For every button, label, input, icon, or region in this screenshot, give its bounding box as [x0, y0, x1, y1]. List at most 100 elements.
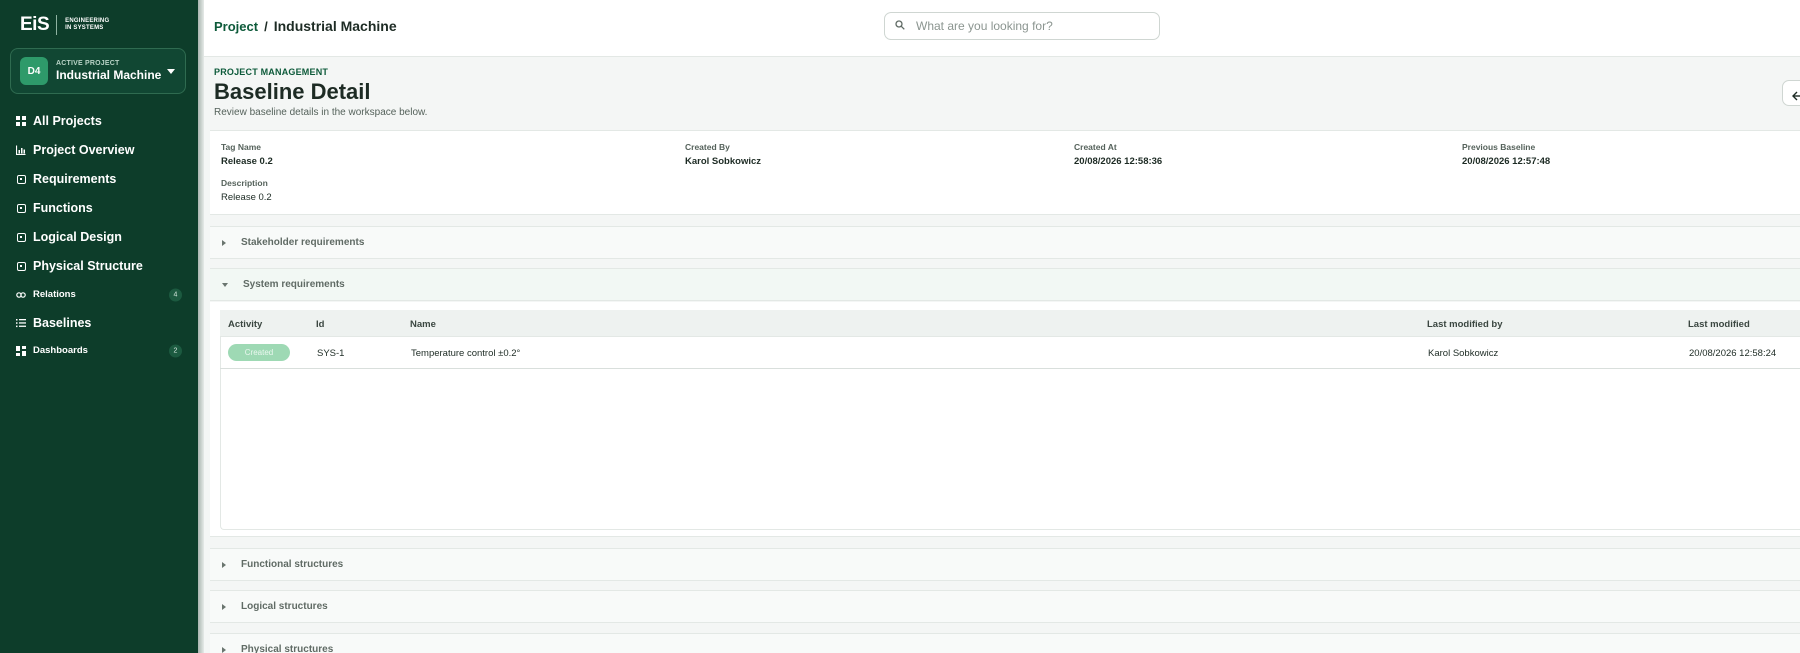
created-at-value: 20/08/2026 12:58:36	[1074, 156, 1163, 167]
grid-icon	[16, 116, 26, 126]
sidebar-edge	[198, 0, 204, 653]
column-header-last-modified[interactable]: Last modified	[1688, 319, 1750, 330]
section-functional-structures[interactable]: Functional structures	[210, 548, 1800, 581]
square-dot-icon	[16, 232, 26, 242]
active-project-name: Industrial Machine	[56, 68, 162, 82]
cell-id: SYS-1	[317, 348, 345, 359]
section-label: Stakeholder requirements	[241, 237, 365, 248]
created-by-label: Created By	[685, 142, 730, 152]
table-row[interactable]: Created SYS-1 Temperature control ±0.2° …	[220, 337, 1800, 369]
sidebar-item-dashboards[interactable]: Dashboards 2	[16, 344, 182, 357]
caret-right-icon	[222, 603, 226, 610]
cell-last-modified-by: Karol Sobkowicz	[1428, 348, 1499, 359]
square-dot-icon	[16, 174, 26, 184]
section-label: Physical structures	[241, 644, 334, 653]
breadcrumb: Project / Industrial Machine	[214, 18, 397, 34]
brand-mark: EiS	[20, 14, 50, 35]
brand-tagline-line2: IN SYSTEMS	[65, 25, 104, 31]
previous-baseline-value: 20/08/2026 12:57:48	[1462, 156, 1551, 167]
link-icon	[16, 290, 26, 300]
sidebar-item-label: Functions	[33, 201, 93, 215]
tag-name-value: Release 0.2	[221, 156, 273, 167]
section-label: Functional structures	[241, 559, 344, 570]
square-dot-icon	[16, 261, 26, 271]
description-value: Release 0.2	[221, 192, 272, 203]
page-title: Baseline Detail	[214, 79, 371, 104]
sidebar: EiS ENGINEERING IN SYSTEMS D4 ACTIVE PRO…	[0, 0, 198, 653]
cell-last-modified: 20/08/2026 12:58:24	[1689, 348, 1777, 359]
page-kicker: PROJECT MANAGEMENT	[214, 67, 329, 77]
sidebar-item-physical-structure[interactable]: Physical Structure	[16, 259, 182, 273]
section-logical-structures[interactable]: Logical structures	[210, 590, 1800, 623]
column-header-last-modified-by[interactable]: Last modified by	[1427, 319, 1502, 330]
active-project-kicker: ACTIVE PROJECT	[56, 60, 120, 67]
created-by-value: Karol Sobkowicz	[685, 156, 762, 167]
square-dot-icon	[16, 203, 26, 213]
brand-tagline: ENGINEERING IN SYSTEMS	[65, 18, 109, 32]
sidebar-item-logical-design[interactable]: Logical Design	[16, 230, 182, 244]
section-physical-structures[interactable]: Physical structures	[210, 633, 1800, 653]
chevron-down-icon	[167, 69, 175, 74]
section-label: System requirements	[243, 279, 345, 290]
column-header-id[interactable]: Id	[316, 319, 324, 330]
field-description: Description Release 0.2	[221, 178, 272, 203]
system-requirements-body: Activity Id Name Last modified by Last m…	[210, 302, 1800, 537]
field-created-at: Created At 20/08/2026 12:58:36	[1074, 142, 1162, 167]
page-subtitle: Review baseline details in the workspace…	[214, 107, 428, 118]
sidebar-item-label: Dashboards	[33, 345, 88, 356]
breadcrumb-current: Industrial Machine	[273, 18, 397, 34]
description-label: Description	[221, 178, 268, 188]
search-icon	[895, 17, 905, 35]
table-header: Activity Id Name Last modified by Last m…	[220, 310, 1800, 337]
brand-logo[interactable]: EiS ENGINEERING IN SYSTEMS	[20, 14, 109, 36]
top-bar: Project / Industrial Machine	[204, 0, 1800, 57]
dashboards-count-badge: 2	[169, 344, 182, 357]
field-previous-baseline: Previous Baseline 20/08/2026 12:57:48	[1462, 142, 1550, 167]
dashboard-icon	[16, 345, 26, 356]
breadcrumb-project-link[interactable]: Project	[214, 19, 258, 34]
breadcrumb-separator: /	[264, 18, 268, 34]
baseline-details-card: Tag Name Release 0.2 Created By Karol So…	[210, 130, 1800, 215]
section-label: Logical structures	[241, 601, 328, 612]
brand-tagline-line1: ENGINEERING	[65, 18, 110, 24]
sidebar-item-label: Baselines	[33, 316, 92, 330]
previous-baseline-label: Previous Baseline	[1462, 142, 1536, 152]
caret-down-icon	[222, 282, 228, 287]
sidebar-item-label: Physical Structure	[33, 259, 143, 273]
project-avatar: D4	[20, 57, 48, 85]
active-project-selector[interactable]: D4 ACTIVE PROJECT Industrial Machine	[10, 48, 186, 94]
sidebar-item-functions[interactable]: Functions	[16, 201, 182, 215]
page-header: PROJECT MANAGEMENT Baseline Detail Revie…	[214, 67, 427, 118]
sidebar-item-label: Relations	[33, 289, 76, 300]
sidebar-item-requirements[interactable]: Requirements	[16, 172, 182, 186]
sidebar-item-label: Requirements	[33, 172, 117, 186]
sidebar-item-label: Logical Design	[33, 230, 122, 244]
arrow-left-icon	[1792, 88, 1800, 106]
sidebar-item-relations[interactable]: Relations 4	[16, 288, 182, 301]
column-header-name[interactable]: Name	[410, 319, 436, 330]
relations-count-badge: 4	[169, 288, 182, 301]
caret-right-icon	[222, 646, 226, 653]
status-badge: Created	[228, 344, 290, 361]
section-stakeholder-requirements[interactable]: Stakeholder requirements	[210, 226, 1800, 259]
tag-name-label: Tag Name	[221, 142, 261, 152]
sidebar-item-baselines[interactable]: Baselines	[16, 316, 182, 330]
column-header-activity[interactable]: Activity	[228, 319, 262, 330]
caret-right-icon	[222, 561, 226, 568]
logo-divider	[56, 15, 58, 35]
search-box[interactable]	[884, 12, 1160, 40]
field-created-by: Created By Karol Sobkowicz	[685, 142, 761, 167]
search-input[interactable]	[916, 19, 1136, 33]
cell-name: Temperature control ±0.2°	[411, 348, 521, 359]
created-at-label: Created At	[1074, 142, 1117, 152]
field-tag-name: Tag Name Release 0.2	[221, 142, 273, 167]
sidebar-item-label: All Projects	[33, 114, 102, 128]
sidebar-item-project-overview[interactable]: Project Overview	[16, 143, 182, 157]
section-system-requirements[interactable]: System requirements	[210, 268, 1800, 301]
caret-right-icon	[222, 239, 226, 246]
back-button[interactable]	[1782, 80, 1800, 106]
sidebar-item-label: Project Overview	[33, 143, 135, 157]
bar-chart-icon	[16, 145, 26, 155]
sidebar-item-all-projects[interactable]: All Projects	[16, 114, 182, 128]
list-icon	[16, 318, 26, 328]
